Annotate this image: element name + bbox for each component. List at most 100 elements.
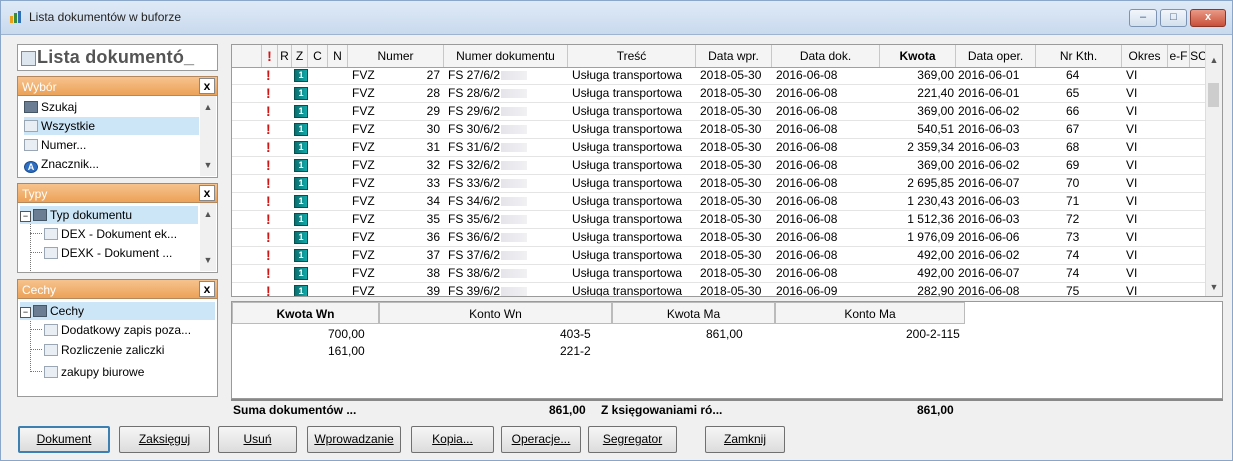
col-z[interactable]: Z <box>292 45 308 67</box>
col-n[interactable]: N <box>328 45 348 67</box>
cell-nr-kth-text: 75 <box>1066 284 1080 297</box>
cell-data-dok-text: 2016-06-08 <box>776 266 838 280</box>
cechy-root[interactable]: − Cechy <box>20 302 215 320</box>
typy-item-dex[interactable]: DEX - Dokument ek... <box>44 225 177 243</box>
cell-nr-kth-text: 69 <box>1066 158 1080 172</box>
book-icon: 1 <box>294 69 308 82</box>
cechy-item-zakupy[interactable]: zakupy biurowe <box>44 363 144 381</box>
chevron-up-icon[interactable]: ▲ <box>1206 53 1222 67</box>
cell-tresc-text: Usługa transportowa <box>572 122 683 136</box>
typy-close-button[interactable]: x <box>199 185 215 201</box>
col-nr-kth[interactable]: Nr Kth. <box>1036 45 1122 67</box>
operacje-button[interactable]: Operacje... <box>501 426 581 453</box>
cechy-close-button[interactable]: x <box>199 281 215 297</box>
cell-data-dok-text: 2016-06-09 <box>776 284 838 297</box>
summary-bar: Suma dokumentów ... 861,00 Z księgowania… <box>231 399 1223 421</box>
scroll-thumb[interactable] <box>1208 83 1219 107</box>
kopia-button[interactable]: Kopia... <box>411 426 494 453</box>
redacted-text <box>501 251 528 260</box>
usun-button[interactable]: Usuń <box>218 426 297 453</box>
cell-nr-kth: 73 <box>1066 229 1106 246</box>
cell-warning-icon: ! <box>266 175 278 192</box>
collapse-icon[interactable]: − <box>20 307 31 318</box>
typy-item-dexk[interactable]: DEXK - Dokument ... <box>44 244 172 262</box>
table-row[interactable]: ! 1 FVZ 34 FS 34/6/2 Usługa transportowa 2018-… <box>232 193 1222 211</box>
cell-nr-kth: 65 <box>1066 85 1106 102</box>
col-tresc[interactable]: Treść <box>568 45 696 67</box>
table-row[interactable]: ! 1 FVZ 38 FS 38/6/2 Usługa transportowa 2018-… <box>232 265 1222 283</box>
left-panel-title: Lista dokumentó_ <box>37 47 195 67</box>
cell-kwota-text: 492,00 <box>917 266 954 280</box>
minimize-button[interactable]: – <box>1129 9 1157 27</box>
book-icon: 1 <box>294 87 308 100</box>
wybor-item-szukaj[interactable]: Szukaj <box>24 98 77 116</box>
close-window-button[interactable]: x <box>1190 9 1226 27</box>
table-row[interactable]: ! 1 FVZ 35 FS 35/6/2 Usługa transportowa 2018-… <box>232 211 1222 229</box>
table-row[interactable]: ! 1 FVZ 27 FS 27/6/2 Usługa transportowa 2018-… <box>232 67 1222 85</box>
maximize-button[interactable]: □ <box>1160 9 1187 27</box>
grid-scrollbar[interactable]: ▲ ▼ <box>1205 45 1222 296</box>
col-data-oper[interactable]: Data oper. <box>956 45 1036 67</box>
typy-root[interactable]: − Typ dokumentu <box>20 206 198 224</box>
chevron-up-icon[interactable]: ▲ <box>200 207 216 221</box>
book-icon-text: 1 <box>298 142 304 152</box>
col-r[interactable]: R <box>278 45 292 67</box>
cell-okres: VI <box>1126 103 1166 120</box>
col-okres[interactable]: Okres <box>1122 45 1168 67</box>
col-numer[interactable]: Numer <box>348 45 444 67</box>
book-icon-text: 1 <box>298 286 304 296</box>
col-kwota[interactable]: Kwota <box>880 45 956 67</box>
col-kwota-ma[interactable]: Kwota Ma <box>612 302 775 324</box>
tree-connector <box>30 233 42 234</box>
col-konto-ma[interactable]: Konto Ma <box>775 302 965 324</box>
table-row[interactable]: ! 1 FVZ 37 FS 37/6/2 Usługa transportowa 2018-… <box>232 247 1222 265</box>
table-row[interactable]: ! 1 FVZ 33 FS 33/6/2 Usługa transportowa 2018-… <box>232 175 1222 193</box>
col-c[interactable]: C <box>308 45 328 67</box>
cell-data-oper: 2016-06-08 <box>958 283 1036 296</box>
wprowadzanie-button[interactable]: Wprowadzanie <box>307 426 401 453</box>
collapse-icon[interactable]: − <box>20 211 31 222</box>
cell-numer: 35 <box>382 211 440 228</box>
cechy-item-dodatkowy[interactable]: Dodatkowy zapis poza... <box>44 321 191 339</box>
col-numer-dokumentu[interactable]: Numer dokumentu <box>444 45 568 67</box>
cell-kwota: 540,51 <box>882 121 954 138</box>
cell-numer: 38 <box>382 265 440 282</box>
table-row[interactable]: ! 1 FVZ 28 FS 28/6/2 Usługa transportowa 2018-… <box>232 85 1222 103</box>
cell-kwota-text: 1 230,43 <box>907 194 954 208</box>
cell-numer-dokumentu-text: FS 34/6/2 <box>448 194 501 208</box>
table-row[interactable]: ! 1 FVZ 36 FS 36/6/2 Usługa transportowa 2018-… <box>232 229 1222 247</box>
zamknij-button[interactable]: Zamknij <box>705 426 785 453</box>
chevron-up-icon[interactable]: ▲ <box>200 100 216 114</box>
wybor-close-button[interactable]: x <box>199 78 215 94</box>
wybor-item-numer[interactable]: Numer... <box>24 136 86 154</box>
cell-kwota-text: 369,00 <box>917 68 954 82</box>
chevron-down-icon[interactable]: ▼ <box>200 253 216 267</box>
table-row[interactable]: ! 1 FVZ 29 FS 29/6/2 Usługa transportowa 2018-… <box>232 103 1222 121</box>
segregator-button[interactable]: Segregator <box>588 426 677 453</box>
wybor-item-wszystkie[interactable]: Wszystkie <box>24 117 199 135</box>
dokument-button[interactable]: Dokument <box>18 426 110 453</box>
col-excl[interactable]: ! <box>262 45 278 67</box>
col-kwota-wn[interactable]: Kwota Wn <box>232 302 379 324</box>
chevron-down-icon[interactable]: ▼ <box>200 158 216 172</box>
cell-warning-icon-text: ! <box>266 103 271 119</box>
col-ef[interactable]: e-F <box>1168 45 1190 67</box>
cell-data-oper-text: 2016-06-01 <box>958 68 1020 82</box>
col-data-dok[interactable]: Data dok. <box>772 45 880 67</box>
cell-numer: 30 <box>382 121 440 138</box>
typy-scrollbar[interactable]: ▲ ▼ <box>200 203 216 271</box>
table-row[interactable]: ! 1 FVZ 32 FS 32/6/2 Usługa transportowa 2018-… <box>232 157 1222 175</box>
wybor-scrollbar[interactable]: ▲ ▼ <box>200 96 216 176</box>
cechy-item-rozliczenie[interactable]: Rozliczenie zaliczki <box>44 341 164 359</box>
table-row[interactable]: ! 1 FVZ 30 FS 30/6/2 Usługa transportowa 2018-… <box>232 121 1222 139</box>
book-icon-text: 1 <box>298 232 304 242</box>
table-row[interactable]: ! 1 FVZ 31 FS 31/6/2 Usługa transportowa 2018-… <box>232 139 1222 157</box>
col-konto-wn[interactable]: Konto Wn <box>379 302 612 324</box>
wybor-item-znacznik[interactable]: A Znacznik... <box>24 155 99 173</box>
col-data-wpr[interactable]: Data wpr. <box>696 45 772 67</box>
cell-data-oper-text: 2016-06-07 <box>958 266 1020 280</box>
zaksieguj-button[interactable]: Zaksięguj <box>119 426 210 453</box>
chevron-down-icon[interactable]: ▼ <box>1206 280 1222 294</box>
table-row[interactable]: ! 1 FVZ 39 FS 39/6/2 Usługa transportowa 2018-… <box>232 283 1222 297</box>
cell-numer-dokumentu: FS 35/6/2 <box>448 211 566 228</box>
